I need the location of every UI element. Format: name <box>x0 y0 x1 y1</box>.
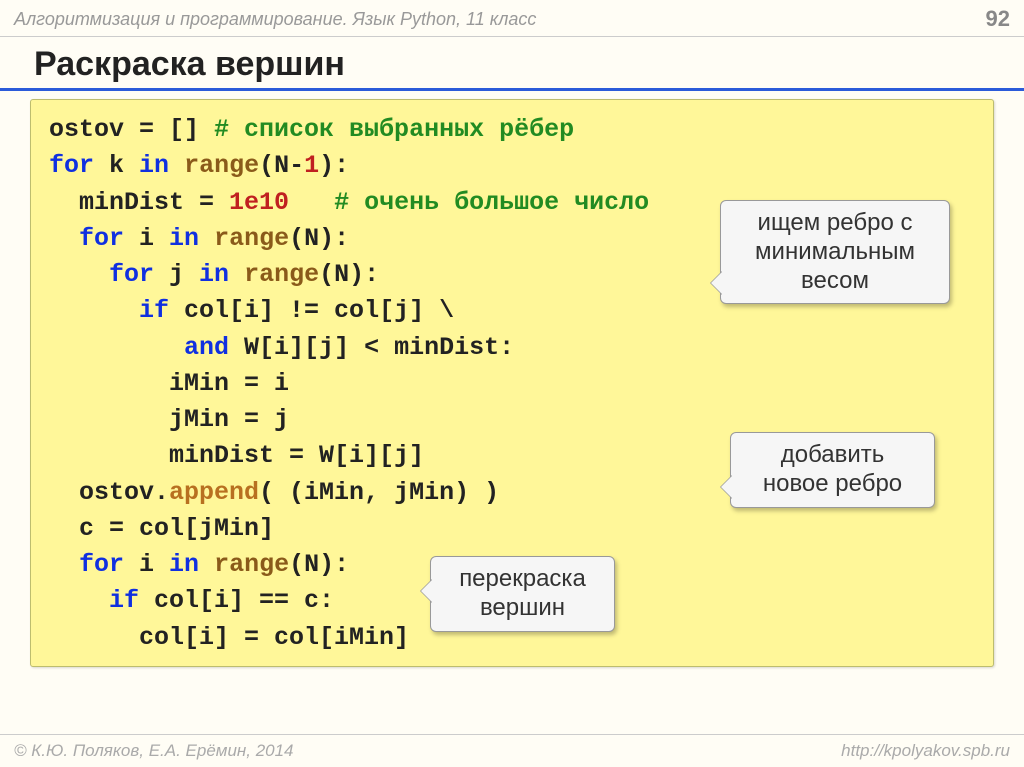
slide-title: Раскраска вершин <box>0 37 1024 91</box>
copyright: © К.Ю. Поляков, Е.А. Ерёмин, 2014 <box>14 741 294 761</box>
source-url: http://kpolyakov.spb.ru <box>841 741 1010 761</box>
callout-add-edge: добавить новое ребро <box>730 432 935 508</box>
slide-header: Алгоритмизация и программирование. Язык … <box>0 0 1024 37</box>
callout-find-min-edge: ищем ребро с минимальным весом <box>720 200 950 304</box>
page-number: 92 <box>986 6 1010 32</box>
callout-recolor: перекраска вершин <box>430 556 615 632</box>
course-title: Алгоритмизация и программирование. Язык … <box>14 9 536 30</box>
slide-footer: © К.Ю. Поляков, Е.А. Ерёмин, 2014 http:/… <box>0 734 1024 767</box>
